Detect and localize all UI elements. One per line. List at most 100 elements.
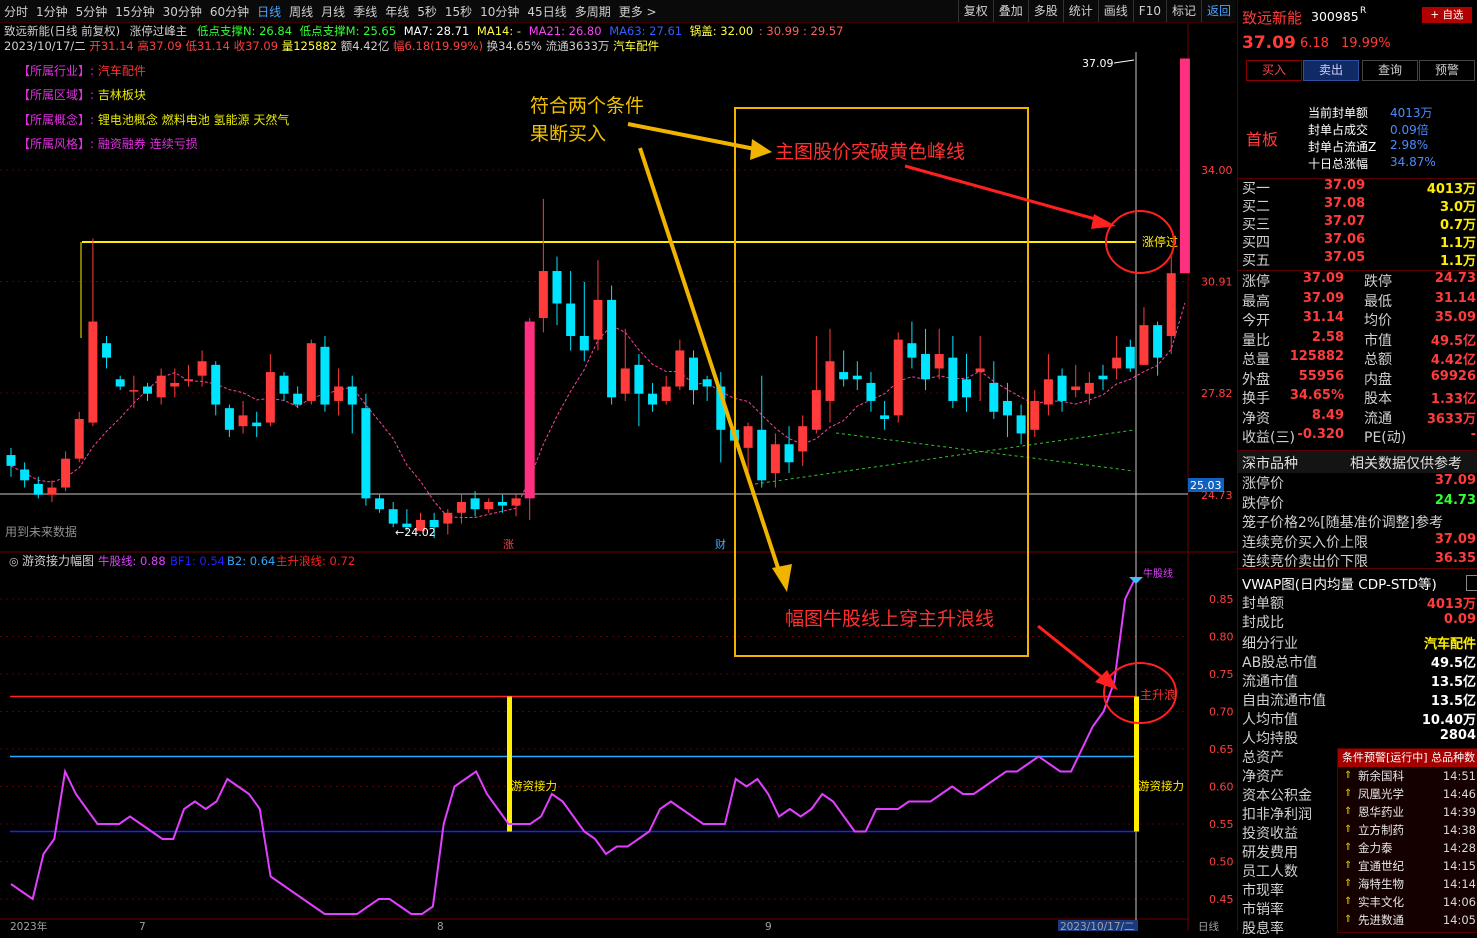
candle-body[interactable] — [1071, 386, 1081, 391]
candle-body[interactable] — [1084, 382, 1094, 394]
candle-body[interactable] — [1016, 415, 1026, 434]
candle-body[interactable] — [129, 390, 139, 392]
alert-item[interactable]: ⇑ 凤凰光学 14:46 — [1338, 785, 1477, 803]
candle-body[interactable] — [347, 386, 357, 405]
query-button[interactable]: 查询 — [1362, 60, 1418, 81]
candle-body[interactable] — [1112, 357, 1122, 369]
vwap-expand-icon[interactable] — [1466, 575, 1477, 591]
candle-body[interactable] — [784, 444, 794, 463]
candle-body[interactable] — [61, 458, 71, 488]
candle-body[interactable] — [238, 415, 248, 427]
buy-button[interactable]: 买入 — [1246, 60, 1302, 81]
candle-body[interactable] — [675, 350, 685, 387]
candle-body[interactable] — [634, 364, 644, 394]
candle-body[interactable] — [306, 343, 316, 401]
candle-body[interactable] — [880, 415, 890, 419]
candle-body[interactable] — [88, 321, 98, 423]
candle-body[interactable] — [279, 375, 289, 394]
candle-body[interactable] — [934, 354, 944, 369]
candle-body[interactable] — [20, 469, 30, 481]
candle-body[interactable] — [962, 379, 971, 398]
candle-body[interactable] — [375, 498, 385, 510]
candle-body[interactable] — [1139, 325, 1149, 365]
alert-item[interactable]: ⇑ 新余国科 14:51 — [1338, 767, 1477, 785]
candle-body[interactable] — [388, 509, 398, 524]
alert-item[interactable]: ⇑ 海特生物 14:14 — [1338, 875, 1477, 893]
candle-body[interactable] — [1153, 325, 1163, 358]
condition-alert-panel[interactable]: 条件预警[运行中] 总品种数 ⇑ 新余国科 14:51 ⇑ 凤凰光学 14:46 ⇑ 恩华药业… — [1337, 748, 1477, 933]
candle-body[interactable] — [620, 368, 630, 394]
alert-item[interactable]: ⇑ 宜通世纪 14:15 — [1338, 857, 1477, 875]
alert-item[interactable]: ⇑ 先进数通 14:05 — [1338, 911, 1477, 929]
alert-item[interactable]: ⇑ 立方制药 14:38 — [1338, 821, 1477, 839]
candle-body[interactable] — [593, 299, 603, 340]
candle-body[interactable] — [6, 455, 16, 466]
candle-body[interactable] — [252, 422, 262, 427]
candle-body[interactable] — [1043, 379, 1053, 405]
candle-body[interactable] — [320, 346, 330, 405]
candle-body[interactable] — [511, 498, 521, 506]
candle-body[interactable] — [607, 299, 617, 398]
candle-body[interactable] — [798, 426, 808, 452]
candle-body[interactable] — [143, 386, 152, 394]
candle-body[interactable] — [839, 372, 849, 380]
alert-button[interactable]: 预警 — [1419, 60, 1475, 81]
candle-body[interactable] — [115, 379, 125, 387]
candle-body[interactable] — [470, 498, 480, 510]
candle-body[interactable] — [170, 382, 180, 387]
candle-body[interactable] — [757, 429, 767, 481]
candle-body[interactable] — [265, 372, 275, 423]
alert-item[interactable]: ⇑ 恩华药业 14:39 — [1338, 803, 1477, 821]
candle-body[interactable] — [497, 501, 507, 506]
candle-body[interactable] — [156, 375, 166, 398]
candle-body[interactable] — [456, 501, 466, 513]
candle-body[interactable] — [524, 321, 535, 499]
vwap-title[interactable]: VWAP图(日内均量 CDP-STD等) — [1242, 573, 1437, 593]
osc-title[interactable]: 游资接力幅图 — [22, 553, 94, 568]
candle-body[interactable] — [183, 379, 193, 381]
candle-body[interactable] — [443, 512, 453, 524]
candle-body[interactable] — [33, 483, 43, 495]
candle-body[interactable] — [852, 375, 862, 380]
alert-item[interactable]: ⇑ 实丰文化 14:06 — [1338, 893, 1477, 911]
candle-body[interactable] — [1125, 346, 1135, 369]
candle-body[interactable] — [743, 426, 753, 448]
candle-body[interactable] — [1002, 400, 1012, 416]
candle-body[interactable] — [361, 408, 371, 499]
add-favorite-button[interactable]: + 自选 — [1422, 7, 1472, 23]
candle-body[interactable] — [538, 271, 548, 318]
candle-body[interactable] — [989, 382, 999, 412]
sell-button[interactable]: 卖出 — [1303, 60, 1359, 81]
candle-body[interactable] — [579, 335, 589, 351]
candle-body[interactable] — [975, 368, 985, 373]
candle-body[interactable] — [702, 379, 712, 387]
candle-body[interactable] — [1030, 400, 1040, 430]
candle-body[interactable] — [334, 386, 344, 401]
candle-body[interactable] — [661, 386, 671, 401]
candle-body[interactable] — [689, 357, 698, 391]
candle-body[interactable] — [224, 408, 234, 430]
candle-body[interactable] — [197, 361, 207, 376]
candle-body[interactable] — [893, 339, 903, 416]
candle-body[interactable] — [1166, 273, 1176, 336]
candle-body[interactable] — [1057, 375, 1067, 401]
candle-body[interactable] — [770, 444, 780, 474]
candle-body[interactable] — [866, 382, 876, 401]
candle-body[interactable] — [74, 418, 84, 459]
candle-body[interactable] — [648, 393, 658, 405]
candle-body[interactable] — [948, 357, 958, 401]
candle-body[interactable] — [47, 487, 57, 495]
alert-item[interactable]: ⇑ 金力泰 14:28 — [1338, 839, 1477, 857]
candle-body[interactable] — [211, 364, 221, 405]
chart-area[interactable]: 涨停过 25.03 34.0030.9127.8224.73 37.09 ←24… — [0, 0, 1237, 931]
candle-body[interactable] — [921, 354, 931, 380]
candle-body[interactable] — [484, 501, 494, 510]
candle-body[interactable] — [566, 303, 576, 336]
candle-body[interactable] — [825, 361, 835, 401]
candle-body[interactable] — [1179, 58, 1190, 274]
candle-body[interactable] — [293, 393, 303, 405]
candle-body[interactable] — [552, 271, 562, 304]
candle-body[interactable] — [102, 343, 112, 358]
candle-body[interactable] — [907, 343, 917, 358]
candle-body[interactable] — [811, 390, 821, 430]
